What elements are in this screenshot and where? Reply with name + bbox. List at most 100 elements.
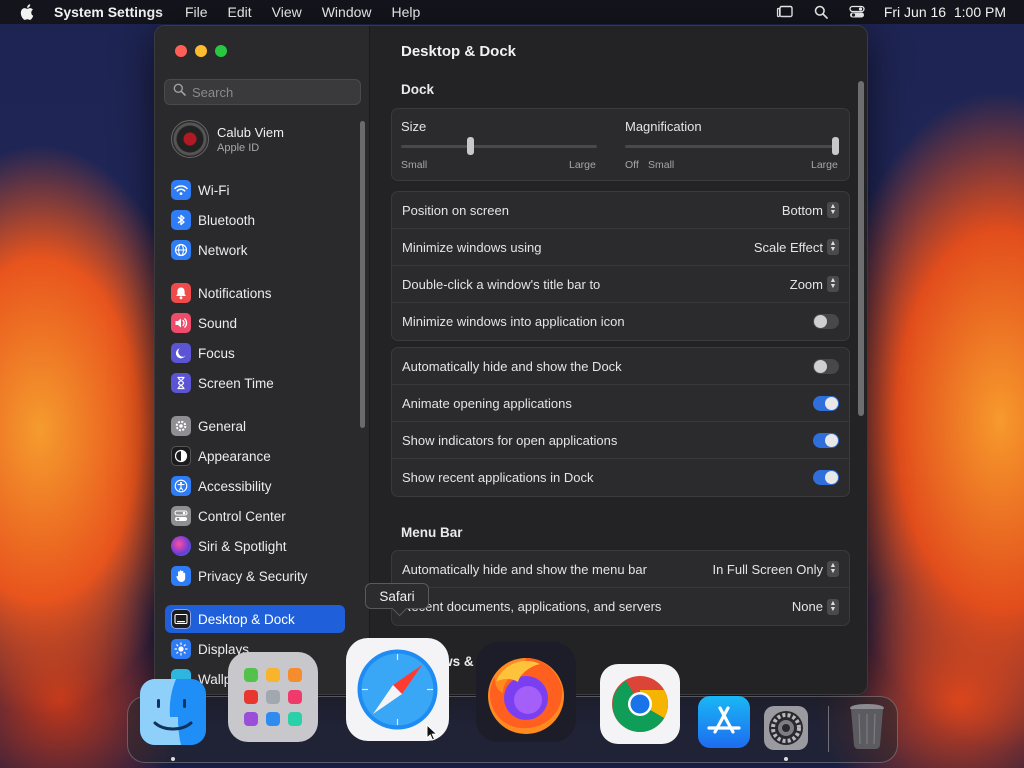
globe-icon (171, 240, 191, 260)
sidebar-item-label: Control Center (198, 508, 286, 524)
dock-app-finder[interactable] (140, 679, 206, 745)
close-window-button[interactable] (175, 45, 187, 57)
dock-separator (828, 706, 829, 752)
magnification-slider-label: Magnification (625, 119, 702, 134)
setting-row-animate-opening[interactable]: Animate opening applications (392, 385, 849, 422)
hand-icon (171, 566, 191, 586)
menu-bar-clock[interactable]: Fri Jun 16 1:00 PM (884, 4, 1006, 20)
setting-label: Automatically hide and show the Dock (402, 358, 622, 374)
setting-row-autohide-dock[interactable]: Automatically hide and show the Dock (392, 348, 849, 385)
setting-label: Automatically hide and show the menu bar (402, 561, 647, 577)
spotlight-search-icon[interactable] (812, 4, 830, 20)
animate-opening-toggle[interactable] (813, 395, 839, 411)
size-min-label: Small (401, 159, 428, 171)
siri-icon (171, 536, 191, 556)
dock-app-system-settings[interactable] (764, 706, 808, 750)
search-field[interactable] (164, 79, 361, 105)
sidebar-item-label: Sound (198, 315, 238, 331)
sidebar-item-wifi[interactable]: Wi-Fi (165, 176, 345, 204)
popup-chevron-icon: ▲ ▼ (827, 202, 839, 218)
menu-app-name[interactable]: System Settings (54, 4, 163, 20)
sidebar-item-notifications[interactable]: Notifications (165, 279, 345, 307)
magnification-slider-knob[interactable] (832, 137, 839, 155)
running-indicator (784, 757, 788, 761)
sidebar-item-control-center[interactable]: Control Center (165, 502, 345, 530)
setting-label: Minimize windows into application icon (402, 314, 625, 329)
zoom-window-button[interactable] (215, 45, 227, 57)
content-scrollbar[interactable] (858, 81, 864, 416)
menu-file[interactable]: File (185, 4, 208, 20)
setting-label: Recent documents, applications, and serv… (402, 599, 662, 614)
dock-app-chrome[interactable] (600, 664, 680, 744)
autohide-dock-toggle[interactable] (813, 358, 839, 374)
search-icon (173, 83, 186, 101)
dock-app-trash[interactable] (846, 702, 888, 750)
setting-row-show-indicators[interactable]: Show indicators for open applications (392, 422, 849, 459)
menu-help[interactable]: Help (392, 4, 421, 20)
sidebar-item-label: Siri & Spotlight (198, 538, 287, 554)
popup-value: Zoom (789, 276, 823, 292)
control-center-icon (171, 506, 191, 526)
size-slider-label: Size (401, 119, 427, 134)
settings-content: Desktop & Dock Dock Size Small Large Mag… (371, 26, 867, 694)
show-recent-toggle[interactable] (813, 470, 839, 485)
minimize-window-button[interactable] (195, 45, 207, 57)
apple-id-account[interactable]: Calub Viem Apple ID (171, 120, 284, 158)
sidebar-item-label: Appearance (198, 448, 271, 464)
sidebar-item-general[interactable]: General (165, 412, 345, 440)
sidebar-item-accessibility[interactable]: Accessibility (165, 472, 345, 500)
sidebar-item-appearance[interactable]: Appearance (165, 442, 345, 470)
dock-app-firefox[interactable] (476, 642, 576, 742)
position-popup[interactable]: Bottom ▲ ▼ (782, 202, 839, 218)
minimize-effect-popup[interactable]: Scale Effect ▲ ▼ (754, 239, 839, 255)
system-settings-icon (764, 706, 808, 750)
menu-edit[interactable]: Edit (228, 4, 252, 20)
sidebar-item-screen-time[interactable]: Screen Time (165, 369, 345, 397)
search-input[interactable] (192, 84, 352, 100)
setting-row-double-click[interactable]: Double-click a window's title bar to Zoo… (392, 266, 849, 303)
sidebar-item-label: Screen Time (198, 375, 274, 391)
setting-row-minimize-effect[interactable]: Minimize windows using Scale Effect ▲ ▼ (392, 229, 849, 266)
tooltip-text: Safari (379, 588, 415, 604)
popup-chevron-icon: ▲ ▼ (827, 276, 839, 292)
sidebar-item-desktop-dock[interactable]: Desktop & Dock (165, 605, 345, 633)
sidebar-scrollbar[interactable] (360, 121, 365, 428)
sidebar-item-privacy-security[interactable]: Privacy & Security (165, 562, 345, 590)
sidebar-item-network[interactable]: Network (165, 236, 345, 264)
setting-row-position[interactable]: Position on screen Bottom ▲ ▼ (392, 192, 849, 229)
sun-icon (171, 639, 191, 659)
sidebar-item-bluetooth[interactable]: Bluetooth (165, 206, 345, 234)
setting-label: Animate opening applications (402, 395, 572, 411)
double-click-popup[interactable]: Zoom ▲ ▼ (790, 276, 839, 292)
dock-app-app-store[interactable] (698, 696, 750, 748)
autohide-menubar-popup[interactable]: In Full Screen Only ▲ ▼ (712, 561, 839, 577)
menu-window[interactable]: Window (322, 4, 372, 20)
sidebar-item-label: Focus (198, 345, 235, 361)
setting-row-autohide-menubar[interactable]: Automatically hide and show the menu bar… (392, 551, 849, 588)
sidebar-item-label: Desktop & Dock (198, 611, 295, 627)
stage-manager-icon[interactable] (776, 4, 794, 20)
setting-row-show-recent[interactable]: Show recent applications in Dock (392, 459, 849, 496)
sidebar-item-sound[interactable]: Sound (165, 309, 345, 337)
sidebar: Calub Viem Apple ID Wi-Fi Bluetooth Netw… (155, 26, 370, 694)
moon-icon (171, 343, 191, 363)
apple-menu-icon[interactable] (18, 3, 36, 21)
sidebar-item-siri-spotlight[interactable]: Siri & Spotlight (165, 532, 345, 560)
setting-row-recent-documents[interactable]: Recent documents, applications, and serv… (392, 588, 849, 625)
setting-row-minimize-into-icon[interactable]: Minimize windows into application icon (392, 303, 849, 340)
show-indicators-toggle[interactable] (813, 432, 839, 448)
size-max-label: Large (569, 159, 596, 171)
control-center-icon[interactable] (848, 4, 866, 20)
dock-app-launchpad[interactable] (228, 652, 318, 742)
dock-options-group: Position on screen Bottom ▲ ▼ Minimize win… (391, 191, 850, 341)
recent-documents-popup[interactable]: None ▲ ▼ (792, 598, 839, 615)
magnification-slider-track[interactable] (625, 145, 837, 148)
setting-label: Minimize windows using (402, 239, 542, 255)
section-heading-menu-bar: Menu Bar (401, 525, 463, 540)
minimize-into-icon-toggle[interactable] (813, 314, 839, 329)
size-slider-track[interactable] (401, 145, 597, 148)
sidebar-item-focus[interactable]: Focus (165, 339, 345, 367)
gear-icon (171, 416, 191, 436)
size-slider-knob[interactable] (466, 137, 474, 155)
menu-view[interactable]: View (272, 4, 302, 20)
